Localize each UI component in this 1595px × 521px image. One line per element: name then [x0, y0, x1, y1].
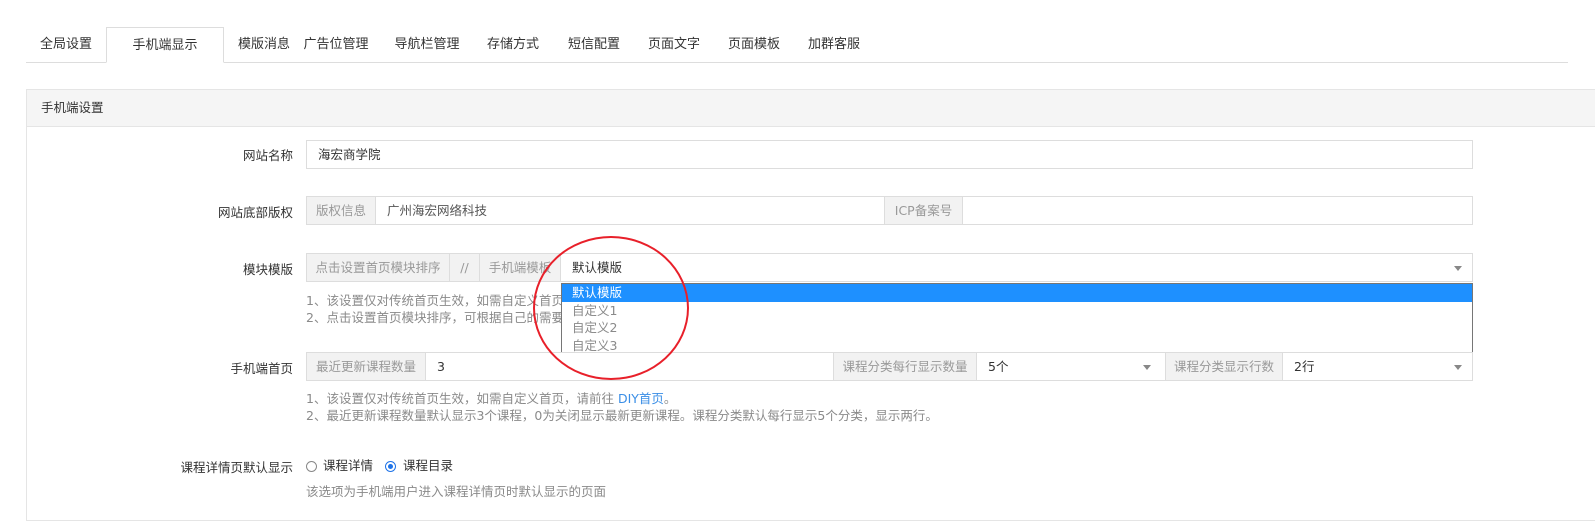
tab-storage[interactable]: 存储方式	[471, 27, 555, 62]
tab-sms[interactable]: 短信配置	[552, 27, 636, 62]
icp-addon: ICP备案号	[884, 197, 963, 224]
module-template-group: 点击设置首页模块排序 // 手机端模板 默认模版	[306, 253, 1473, 282]
dropdown-option[interactable]: 默认模版	[562, 284, 1472, 302]
module-sort-button[interactable]: 点击设置首页模块排序	[307, 254, 450, 281]
home-help-1-suffix: 。	[663, 391, 677, 406]
mobile-home-label: 手机端首页	[230, 361, 293, 376]
per-row-addon: 课程分类每行显示数量	[833, 353, 977, 380]
tab-ad-slots[interactable]: 广告位管理	[289, 27, 383, 62]
radio-course-detail-label[interactable]: 课程详情	[323, 457, 373, 474]
rows-addon: 课程分类显示行数	[1165, 353, 1283, 380]
course-detail-help: 该选项为手机端用户进入课程详情页时默认显示的页面	[306, 484, 607, 499]
copyright-group: 版权信息 广州海宏网络科技 ICP备案号	[306, 196, 1473, 225]
tab-global-settings[interactable]: 全局设置	[26, 27, 106, 62]
icp-input[interactable]	[963, 197, 1474, 224]
site-name-label: 网站名称	[242, 148, 293, 163]
tab-navbar[interactable]: 导航栏管理	[380, 27, 474, 62]
mobile-home-group: 最近更新课程数量 3 课程分类每行显示数量 5个 课程分类显示行数 2行	[306, 352, 1473, 381]
copyright-info-addon: 版权信息	[307, 197, 376, 224]
recent-count-addon: 最近更新课程数量	[307, 353, 426, 380]
site-name-input[interactable]: 海宏商学院	[306, 140, 1473, 169]
chevron-down-icon[interactable]	[1454, 365, 1462, 370]
tab-mobile-display[interactable]: 手机端显示	[106, 27, 224, 63]
mobile-template-addon: 手机端模板	[480, 254, 561, 281]
home-help-1-text: 1、该设置仅对传统首页生效，如需自定义首页，请前往	[306, 391, 618, 406]
home-help-1: 1、该设置仅对传统首页生效，如需自定义首页，请前往 DIY首页。	[306, 390, 676, 407]
module-help-2: 2、点击设置首页模块排序，可根据自己的需要	[306, 310, 564, 325]
copyright-info-input[interactable]: 广州海宏网络科技	[376, 197, 887, 224]
home-help-2: 2、最近更新课程数量默认显示3个课程，0为关闭显示最新更新课程。课程分类默认每行…	[306, 408, 938, 423]
tab-page-text[interactable]: 页面文字	[632, 27, 716, 62]
dropdown-option[interactable]: 自定义2	[562, 319, 1472, 337]
template-dropdown-list: 默认模版 自定义1 自定义2 自定义3	[561, 283, 1473, 355]
radio-course-detail[interactable]	[306, 461, 317, 472]
chevron-down-icon[interactable]	[1143, 365, 1151, 370]
module-help-1: 1、该设置仅对传统首页生效，如需自定义首页	[306, 293, 564, 308]
tab-page-template[interactable]: 页面模板	[712, 27, 796, 62]
chevron-down-icon[interactable]	[1454, 266, 1462, 271]
tab-group-service[interactable]: 加群客服	[792, 27, 876, 62]
module-template-label: 模块模版	[242, 262, 293, 277]
tab-bar: 全局设置 手机端显示 模版消息 广告位管理 导航栏管理 存储方式 短信配置 页面…	[26, 27, 1568, 63]
rows-select[interactable]: 2行	[1283, 353, 1444, 380]
recent-count-input[interactable]: 3	[426, 353, 837, 380]
mobile-template-select[interactable]: 默认模版	[561, 254, 1372, 281]
dropdown-option[interactable]: 自定义1	[562, 302, 1472, 320]
radio-course-catalog[interactable]	[385, 461, 396, 472]
radio-course-catalog-label[interactable]: 课程目录	[403, 457, 453, 474]
separator: //	[450, 254, 480, 281]
diy-home-link[interactable]: DIY首页	[618, 391, 664, 406]
course-detail-label: 课程详情页默认显示	[180, 460, 293, 475]
per-row-select[interactable]: 5个	[977, 353, 1138, 380]
copyright-label: 网站底部版权	[217, 205, 293, 220]
site-name-value: 海宏商学院	[318, 147, 381, 162]
panel-heading: 手机端设置	[27, 90, 1595, 127]
